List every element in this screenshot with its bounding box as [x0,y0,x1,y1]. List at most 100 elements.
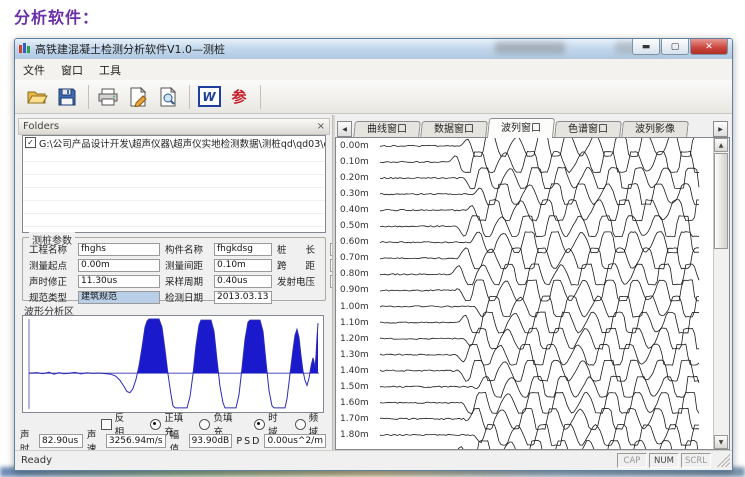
folder-checkbox[interactable]: ✓ [25,137,36,148]
param-label: 测量间距 [165,258,209,272]
menu-window[interactable]: 窗口 [53,60,91,80]
depth-label: 1.80m [340,430,376,440]
minimize-button[interactable]: ▬ [632,39,660,55]
time-domain-radio[interactable] [254,419,265,430]
param-label: 发射电压 [277,274,325,288]
reference-icon: 参 [231,86,246,107]
wavelist-trace [380,440,699,450]
fill-negative-radio[interactable] [199,419,210,430]
param-label: 跨 距 [277,258,325,272]
wavelist-trace [380,248,699,269]
wavelist-trace [380,296,699,317]
fill-positive-radio[interactable] [150,419,161,430]
depth-label: 0.40m [340,205,376,215]
param-label: 工程名称 [29,242,73,256]
tab-strip: ◀ 曲线窗口 数据窗口 波列窗口 色谱窗口 波列影像 ▶ [335,117,730,138]
wavelist-trace [380,264,699,285]
tab-scroll-right-icon[interactable]: ▶ [713,121,728,137]
save-icon [57,87,77,107]
depth-label: 0.30m [340,189,376,199]
tab-data-window[interactable]: 数据窗口 [420,121,488,138]
waveform-outline [29,319,318,408]
depth-label: 1.60m [340,398,376,408]
word-icon: W [198,86,221,107]
folders-header: Folders × [18,118,330,135]
right-panel: ◀ 曲线窗口 数据窗口 波列窗口 色谱窗口 波列影像 ▶ 0.00m0.10m0… [335,115,730,450]
wavelist-area[interactable]: 0.00m0.10m0.20m0.30m0.40m0.50m0.60m0.70m… [335,137,730,450]
wavelist-trace [380,216,699,237]
depth-label: 1.20m [340,334,376,344]
print-button[interactable] [94,84,122,110]
folder-path: G:\公司产品设计开发\超声仪器\超声仪实地检测数据\测桩qd\qd03\qd0… [39,136,325,149]
resize-grip[interactable] [717,454,730,467]
depth-label: 1.50m [340,382,376,392]
folder-list[interactable]: ✓ G:\公司产品设计开发\超声仪器\超声仪实地检测数据\测桩qd\qd03\q… [22,135,326,233]
amplitude-value[interactable]: 93.90dB [189,434,233,448]
toolbar: W 参 [15,80,732,114]
scrl-indicator: SCRL [681,453,711,468]
status-bar: Ready CAP NUM SCRL [15,450,732,470]
open-folder-icon [26,87,48,107]
menu-file[interactable]: 文件 [15,60,53,80]
param-label: 规范类型 [29,290,73,304]
reference-button[interactable]: 参 [225,84,253,110]
blur-smudge [495,42,565,54]
app-window: 高铁建混凝土检测分析软件V1.0—测桩 ▬ ▢ ✕ 文件 窗口 工具 [14,38,733,471]
param-value[interactable]: 建筑规范 [78,291,160,304]
export-button[interactable] [124,84,152,110]
title-bar[interactable]: 高铁建混凝土检测分析软件V1.0—测桩 ▬ ▢ ✕ [15,39,732,59]
tab-wavelist-window[interactable]: 波列窗口 [487,118,555,138]
vertical-scrollbar[interactable]: ▲ ▼ [713,138,729,449]
param-label: 构件名称 [165,242,209,256]
printer-icon [97,87,119,107]
close-button[interactable]: ✕ [690,39,728,55]
page-edit-icon [128,87,148,107]
save-button[interactable] [53,84,81,110]
readout-row: 声 时 82.90us 声 速 3256.94m/s 幅 值 93.90dB P… [20,433,330,449]
wavelist-trace [380,392,699,413]
tab-curve-window[interactable]: 曲线窗口 [353,121,421,138]
preview-button[interactable] [154,84,182,110]
wavelist-trace [380,280,699,301]
scroll-up-icon[interactable]: ▲ [714,138,728,152]
page-title: 分析软件： [14,4,99,28]
wave-analysis-box[interactable] [22,315,324,413]
menu-bar: 文件 窗口 工具 [15,59,732,81]
depth-label: 0.90m [340,285,376,295]
tab-wavelist-image[interactable]: 波列影像 [621,121,689,138]
menu-tools[interactable]: 工具 [91,60,129,80]
wavelist-trace [380,312,699,333]
param-value[interactable]: 0.40us [214,275,272,288]
param-value[interactable]: fhgkdsg [214,243,272,256]
open-button[interactable] [23,84,51,110]
scroll-thumb[interactable] [714,153,728,249]
maximize-button[interactable]: ▢ [661,39,689,55]
word-export-button[interactable]: W [195,84,223,110]
param-value[interactable]: 0.10m [214,259,272,272]
psd-value[interactable]: 0.00us^2/m [264,434,326,448]
folders-close-icon[interactable]: × [317,121,325,132]
screen: 分析软件： 高铁建混凝土检测分析软件V1.0—测桩 ▬ ▢ ✕ 文件 窗口 工具 [0,0,745,477]
wavelist-trace [380,424,699,445]
param-value[interactable]: 11.30us [78,275,160,288]
depth-label: 0.50m [340,221,376,231]
depth-label: 0.00m [340,141,376,151]
freq-domain-radio[interactable] [295,419,306,430]
tab-scroll-left-icon[interactable]: ◀ [337,121,352,137]
pile-params-group: 测桩参数 工程名称fhghs构件名称fhgkdsg桩 长0.00m测量起点0.0… [22,237,326,301]
depth-label: 1.00m [340,302,376,312]
param-label: 测量起点 [29,258,73,272]
param-value[interactable]: 0.00m [78,259,160,272]
depth-label: 1.10m [340,318,376,328]
sound-speed-value[interactable]: 3256.94m/s [106,434,166,448]
param-value[interactable]: fhghs [78,243,160,256]
scroll-down-icon[interactable]: ▼ [714,435,728,449]
tab-spectrum-window[interactable]: 色谱窗口 [554,121,622,138]
depth-label: 1.30m [340,350,376,360]
folder-item[interactable]: ✓ G:\公司产品设计开发\超声仪器\超声仪实地检测数据\测桩qd\qd03\q… [23,136,325,149]
window-title: 高铁建混凝土检测分析软件V1.0—测桩 [35,41,225,57]
depth-label: 0.70m [340,253,376,263]
param-label: 声时修正 [29,274,73,288]
param-value[interactable]: 2013.03.13 [214,291,272,304]
sound-time-value[interactable]: 82.90us [39,434,83,448]
